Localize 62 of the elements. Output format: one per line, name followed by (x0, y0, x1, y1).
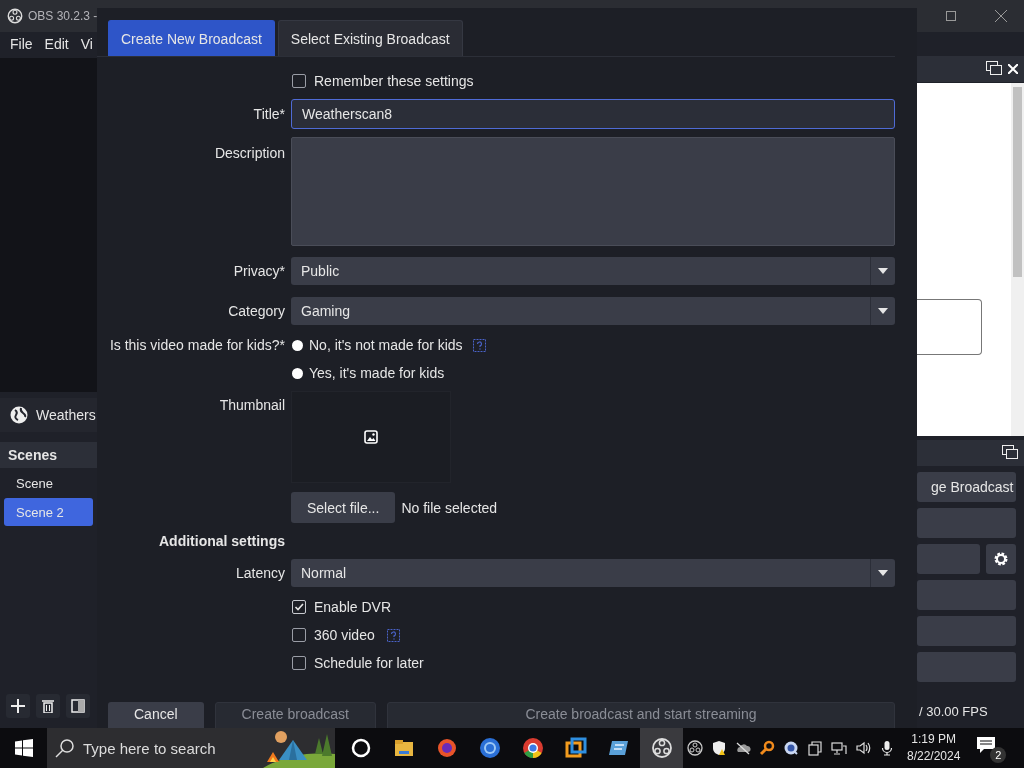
search-box[interactable]: Type here to search (47, 728, 335, 768)
menu-item[interactable]: File (10, 36, 33, 52)
checkbox[interactable] (292, 656, 306, 670)
clock-date[interactable]: 8/22/2024 (907, 748, 961, 765)
menu-item[interactable]: Vi (80, 36, 93, 52)
search-icon[interactable] (55, 738, 75, 758)
scrollbar[interactable] (1011, 83, 1024, 436)
image-icon (364, 430, 378, 444)
field-label: Category (227, 303, 285, 319)
tab[interactable]: Select Existing Broadcast (277, 20, 463, 56)
latency-dropdown[interactable]: Normal (291, 559, 895, 587)
radio-label: Yes, it's made for kids (309, 365, 445, 381)
obs-icon[interactable] (640, 728, 683, 768)
trash-icon[interactable] (36, 694, 60, 718)
checkbox[interactable] (292, 628, 306, 642)
checkbox-label: Enable DVR (314, 599, 392, 615)
help-icon[interactable] (386, 628, 400, 642)
checkbox[interactable] (292, 600, 306, 614)
settings-icon[interactable] (986, 544, 1016, 574)
title-field[interactable]: Weatherscan8 (291, 99, 895, 129)
description-field[interactable] (291, 137, 895, 246)
section-heading: Additional settings (158, 533, 285, 549)
close-icon[interactable] (1008, 61, 1018, 77)
dock-button[interactable]: ge Broadcast (917, 472, 1016, 502)
field-label: Privacy* (232, 263, 285, 279)
file-status: No file selected (401, 499, 498, 516)
window-title: OBS 30.2.3 - (28, 9, 98, 23)
caret-icon (878, 308, 888, 314)
search-field[interactable]: Type here to search (83, 739, 253, 757)
dialog-button[interactable]: Cancel (108, 702, 204, 728)
menu-item[interactable]: Edit (44, 36, 69, 52)
float-icon[interactable] (986, 60, 1002, 78)
radio-label: No, it's not made for kids (309, 337, 463, 353)
globe-icon (10, 406, 28, 424)
select-file-button[interactable]: Select file... (291, 492, 396, 523)
fps-reading: / 30.00 FPS (918, 702, 989, 721)
source-item[interactable]: Weathers (0, 398, 97, 432)
obs-logo-icon (6, 7, 24, 25)
privacy-dropdown[interactable]: Public (291, 257, 895, 285)
caret-icon (878, 268, 888, 274)
radio-button[interactable] (292, 339, 303, 351)
field-label: Is this video made for kids?* (108, 337, 285, 353)
category-dropdown[interactable]: Gaming (291, 297, 895, 325)
clock-time[interactable]: 1:19 PM (911, 731, 957, 748)
field-label: Thumbnail (218, 396, 285, 413)
field-label: Description (213, 144, 285, 161)
tab[interactable]: Create New Broadcast (108, 20, 275, 56)
field-label: Title* (252, 106, 285, 122)
add-icon[interactable] (6, 694, 30, 718)
caret-icon (878, 570, 888, 576)
filter-icon[interactable] (66, 694, 90, 718)
checkbox[interactable] (292, 74, 306, 88)
checkbox-label: 360 video (314, 627, 375, 643)
dock-title: Scenes (0, 442, 97, 468)
scene-item[interactable]: Scene (4, 469, 93, 497)
checkbox-label: Remember these settings (314, 73, 474, 89)
radio-button[interactable] (292, 367, 303, 379)
float-icon[interactable] (1002, 444, 1018, 462)
checkbox-label: Schedule for later (314, 655, 424, 671)
help-icon[interactable] (472, 338, 486, 352)
scene-item[interactable]: Scene 2 (4, 498, 93, 526)
field-label: Latency (234, 565, 285, 581)
